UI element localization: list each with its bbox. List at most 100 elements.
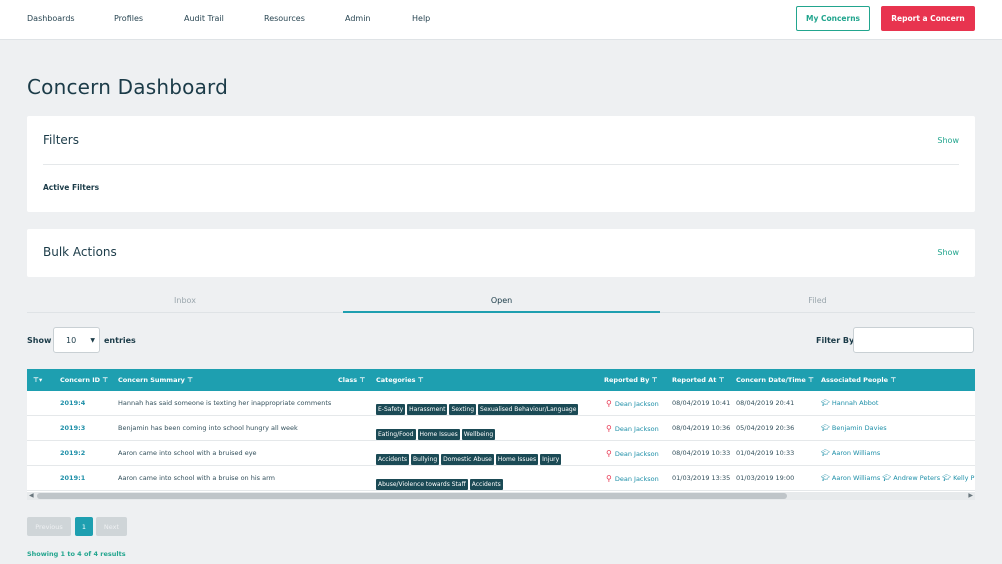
reported-at: 08/04/2019 10:33 [672, 449, 731, 457]
reported-by[interactable]: ⚲ Dean Jackson [606, 449, 659, 458]
associated-people[interactable]: 🎓︎ Aaron Williams [821, 449, 880, 457]
category-tag: Home Issues [495, 454, 539, 465]
header-class[interactable]: Class ⊤ [338, 376, 365, 384]
entries-label: entries [104, 336, 136, 345]
reported-by[interactable]: ⚲ Dean Jackson [606, 424, 659, 433]
page-title: Concern Dashboard [27, 75, 228, 99]
graduation-cap-icon: 🎓︎ [821, 399, 830, 407]
nav-admin[interactable]: Admin [345, 14, 371, 23]
table-header: ⊤▾ Concern ID ⊤ Concern Summary ⊤ Class … [27, 369, 975, 391]
bulk-actions-show-link[interactable]: Show [937, 248, 959, 257]
reported-at: 01/03/2019 13:35 [672, 474, 731, 482]
entries-select-value: 10 [66, 336, 77, 345]
results-summary: Showing 1 to 4 of 4 results [27, 550, 126, 558]
header-concern-summary[interactable]: Concern Summary ⊤ [118, 376, 193, 384]
tab-inbox[interactable]: Inbox [27, 296, 343, 305]
category-tag: Wellbeing [461, 429, 496, 440]
horizontal-scrollbar[interactable]: ◀ ▶ [27, 492, 975, 500]
column-filter-icon[interactable]: ⊤▾ [33, 376, 42, 384]
category-tag: Injury [540, 454, 562, 465]
nav-audit-trail[interactable]: Audit Trail [184, 14, 224, 23]
filters-card: Filters Show Active Filters [27, 116, 975, 212]
associated-people[interactable]: 🎓︎ Benjamin Davies [821, 424, 887, 432]
associated-people[interactable]: 🎓︎ Aaron Williams 🎓︎ Andrew Peters 🎓︎ Kelly… [821, 474, 974, 482]
bulk-actions-card: Bulk Actions Show [27, 229, 975, 277]
concern-summary: Aaron came into school with a bruise on … [118, 474, 275, 482]
concerns-table: ⊤▾ Concern ID ⊤ Concern Summary ⊤ Class … [27, 369, 975, 492]
filter-by-input[interactable] [853, 327, 974, 353]
filters-title: Filters [43, 133, 79, 147]
concern-datetime: 05/04/2019 20:36 [736, 424, 795, 432]
scroll-right-icon[interactable]: ▶ [968, 492, 973, 499]
scroll-left-icon[interactable]: ◀ [29, 492, 34, 499]
header-reported-at[interactable]: Reported At ⊤ [672, 376, 725, 384]
table-row[interactable]: 2019:1 Aaron came into school with a bru… [27, 466, 975, 491]
filters-show-link[interactable]: Show [937, 136, 959, 145]
associated-people[interactable]: 🎓︎ Hannah Abbot [821, 399, 878, 407]
header-concern-datetime[interactable]: Concern Date/Time ⊤ [736, 376, 814, 384]
nav-resources[interactable]: Resources [264, 14, 305, 23]
location-pin-icon: ⚲ [606, 449, 612, 458]
category-tag: Abuse/Violence towards Staff [376, 479, 468, 490]
category-tags: Eating/Food Home Issues Wellbeing [376, 421, 497, 440]
concern-id[interactable]: 2019:3 [60, 424, 85, 432]
table-row[interactable]: 2019:3 Benjamin has been coming into sch… [27, 416, 975, 441]
category-tags: E-Safety Harassment Sexting Sexualised Beha… [376, 396, 580, 415]
reported-at: 08/04/2019 10:36 [672, 424, 731, 432]
entries-select[interactable]: 10 ▼ [53, 327, 100, 353]
concern-datetime: 01/04/2019 10:33 [736, 449, 795, 457]
category-tags: Accidents Bullying Domestic Abuse Home Issu… [376, 446, 563, 465]
previous-page-button[interactable]: Previous [27, 517, 71, 536]
caret-down-icon: ▼ [90, 337, 95, 344]
category-tag: Sexting [449, 404, 477, 415]
category-tag: Accidents [469, 479, 503, 490]
top-navigation: Dashboards Profiles Audit Trail Resource… [0, 0, 1002, 40]
header-associated-people[interactable]: Associated People ⊤ [821, 376, 896, 384]
header-concern-id[interactable]: Concern ID ⊤ [60, 376, 108, 384]
graduation-cap-icon: 🎓︎ [942, 474, 952, 482]
category-tag: Bullying [411, 454, 440, 465]
graduation-cap-icon: 🎓︎ [821, 474, 830, 482]
header-reported-by[interactable]: Reported By ⊤ [604, 376, 658, 384]
reported-by[interactable]: ⚲ Dean Jackson [606, 474, 659, 483]
concern-id[interactable]: 2019:2 [60, 449, 85, 457]
page-1-button[interactable]: 1 [75, 517, 93, 536]
scrollbar-thumb[interactable] [37, 493, 787, 499]
nav-profiles[interactable]: Profiles [114, 14, 143, 23]
filters-divider [43, 164, 959, 165]
concern-datetime: 08/04/2019 20:41 [736, 399, 795, 407]
reported-by[interactable]: ⚲ Dean Jackson [606, 399, 659, 408]
tab-filed[interactable]: Filed [660, 296, 975, 305]
location-pin-icon: ⚲ [606, 474, 612, 483]
category-tag: Domestic Abuse [441, 454, 494, 465]
table-row[interactable]: 2019:2 Aaron came into school with a bru… [27, 441, 975, 466]
category-tag: Eating/Food [376, 429, 416, 440]
active-filters-label: Active Filters [43, 183, 100, 192]
graduation-cap-icon: 🎓︎ [821, 449, 830, 457]
graduation-cap-icon: 🎓︎ [821, 424, 830, 432]
next-page-button[interactable]: Next [96, 517, 127, 536]
tab-open[interactable]: Open [343, 296, 660, 305]
category-tags: Abuse/Violence towards Staff Accidents [376, 471, 505, 490]
filter-by-label: Filter By [816, 336, 855, 345]
concern-id[interactable]: 2019:4 [60, 399, 85, 407]
concern-summary: Hannah has said someone is texting her i… [118, 399, 332, 407]
report-concern-button[interactable]: Report a Concern [881, 6, 975, 31]
location-pin-icon: ⚲ [606, 424, 612, 433]
category-tag: Sexualised Behaviour/Language [478, 404, 579, 415]
show-label: Show [27, 336, 52, 345]
category-tag: Accidents [376, 454, 410, 465]
concern-summary: Aaron came into school with a bruised ey… [118, 449, 257, 457]
concern-id[interactable]: 2019:1 [60, 474, 85, 482]
category-tag: Harassment [407, 404, 448, 415]
nav-help[interactable]: Help [412, 14, 430, 23]
active-tab-indicator [343, 311, 660, 313]
category-tag: Home Issues [417, 429, 460, 440]
table-row[interactable]: 2019:4 Hannah has said someone is textin… [27, 391, 975, 416]
nav-dashboards[interactable]: Dashboards [27, 14, 75, 23]
location-pin-icon: ⚲ [606, 399, 612, 408]
concern-summary: Benjamin has been coming into school hun… [118, 424, 298, 432]
my-concerns-button[interactable]: My Concerns [796, 6, 870, 31]
header-categories[interactable]: Categories ⊤ [376, 376, 424, 384]
graduation-cap-icon: 🎓︎ [882, 474, 892, 482]
